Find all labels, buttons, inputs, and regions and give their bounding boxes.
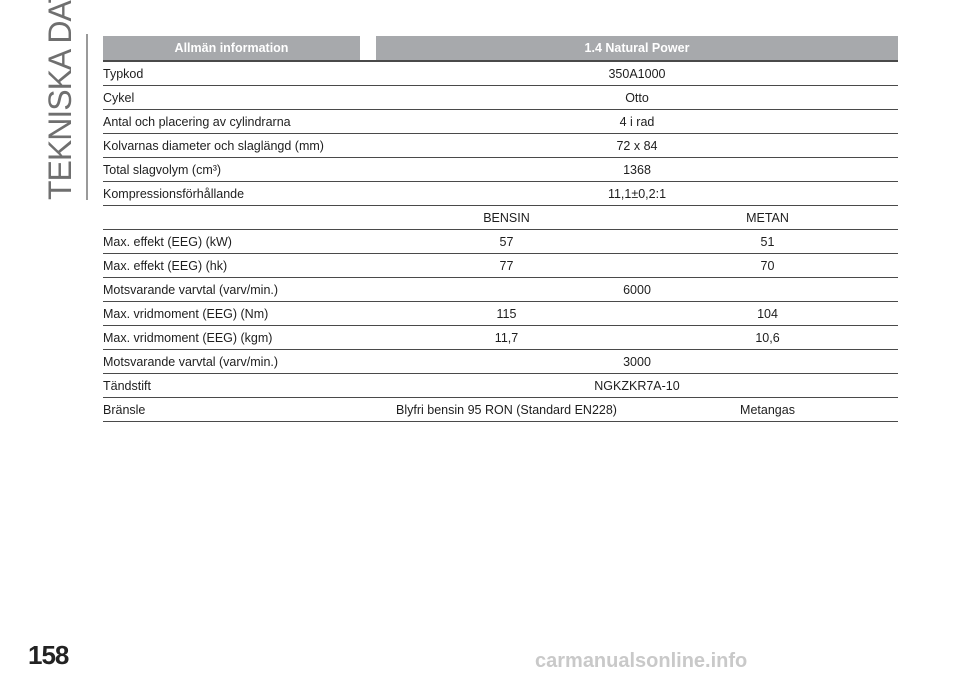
row-label: Motsvarande varvtal (varv/min.) xyxy=(103,349,376,374)
table-row: Motsvarande varvtal (varv/min.) 3000 xyxy=(103,349,898,374)
row-value-bensin: 57 xyxy=(376,229,637,254)
table-row: Bränsle Blyfri bensin 95 RON (Standard EN… xyxy=(103,397,898,422)
row-value-metan: 70 xyxy=(637,253,898,278)
row-value: Otto xyxy=(376,85,898,110)
table-row: Max. vridmoment (EEG) (Nm) 115 104 xyxy=(103,301,898,326)
section-title: TEKNISKA DATA xyxy=(35,0,85,200)
row-label: Bränsle xyxy=(103,397,376,422)
row-value-bensin: Blyfri bensin 95 RON (Standard EN228) xyxy=(376,397,637,422)
table-body: Typkod 350A1000 Cykel Otto Antal och placeri… xyxy=(103,61,898,422)
row-label: Kompressionsförhållande xyxy=(103,181,376,206)
table-row: Kompressionsförhållande 11,1±0,2:1 xyxy=(103,181,898,206)
table-row: Cykel Otto xyxy=(103,85,898,110)
row-value-metan: METAN xyxy=(637,205,898,230)
row-label: Max. effekt (EEG) (hk) xyxy=(103,253,376,278)
spec-table: Allmän information 1.4 Natural Power Typ… xyxy=(103,36,898,422)
row-label: Max. vridmoment (EEG) (kgm) xyxy=(103,325,376,350)
row-label: Tändstift xyxy=(103,373,376,398)
row-label: Motsvarande varvtal (varv/min.) xyxy=(103,277,376,302)
row-label: Max. effekt (EEG) (kW) xyxy=(103,229,376,254)
row-value: NGKZKR7A-10 xyxy=(376,373,898,398)
row-value: 350A1000 xyxy=(376,61,898,86)
row-label: Max. vridmoment (EEG) (Nm) xyxy=(103,301,376,326)
row-value-bensin: 77 xyxy=(376,253,637,278)
row-value: 3000 xyxy=(376,349,898,374)
row-value: 72 x 84 xyxy=(376,133,898,158)
row-value-metan: Metangas xyxy=(637,397,898,422)
table-row: Antal och placering av cylindrarna 4 i ra… xyxy=(103,109,898,134)
header-gap xyxy=(360,36,376,62)
row-value-metan: 51 xyxy=(637,229,898,254)
table-header-row: Allmän information 1.4 Natural Power xyxy=(103,36,898,62)
table-row: Max. effekt (EEG) (kW) 57 51 xyxy=(103,229,898,254)
table-row: Typkod 350A1000 xyxy=(103,61,898,86)
table-row: Tändstift NGKZKR7A-10 xyxy=(103,373,898,398)
row-value: 6000 xyxy=(376,277,898,302)
row-value-bensin: BENSIN xyxy=(376,205,637,230)
section-divider xyxy=(86,34,88,200)
row-value: 11,1±0,2:1 xyxy=(376,181,898,206)
row-value: 4 i rad xyxy=(376,109,898,134)
table-row: Kolvarnas diameter och slaglängd (mm) 72 … xyxy=(103,133,898,158)
section-title-text: TEKNISKA DATA xyxy=(42,0,78,200)
row-label: Antal och placering av cylindrarna xyxy=(103,109,376,134)
table-row: Total slagvolym (cm³) 1368 xyxy=(103,157,898,182)
header-engine: 1.4 Natural Power xyxy=(376,36,898,62)
table-row: Motsvarande varvtal (varv/min.) 6000 xyxy=(103,277,898,302)
table-row: BENSIN METAN xyxy=(103,205,898,230)
page-number: 158 xyxy=(28,640,69,670)
row-label: Typkod xyxy=(103,61,376,86)
row-value: 1368 xyxy=(376,157,898,182)
row-label: Cykel xyxy=(103,85,376,110)
row-value-bensin: 11,7 xyxy=(376,325,637,350)
watermark: carmanualsonline.info xyxy=(535,650,748,672)
row-label: Total slagvolym (cm³) xyxy=(103,157,376,182)
row-value-metan: 104 xyxy=(637,301,898,326)
table-row: Max. effekt (EEG) (hk) 77 70 xyxy=(103,253,898,278)
row-value-bensin: 115 xyxy=(376,301,637,326)
row-value-metan: 10,6 xyxy=(637,325,898,350)
row-label: Kolvarnas diameter och slaglängd (mm) xyxy=(103,133,376,158)
row-label xyxy=(103,205,376,230)
header-general-info: Allmän information xyxy=(103,36,360,62)
table-row: Max. vridmoment (EEG) (kgm) 11,7 10,6 xyxy=(103,325,898,350)
